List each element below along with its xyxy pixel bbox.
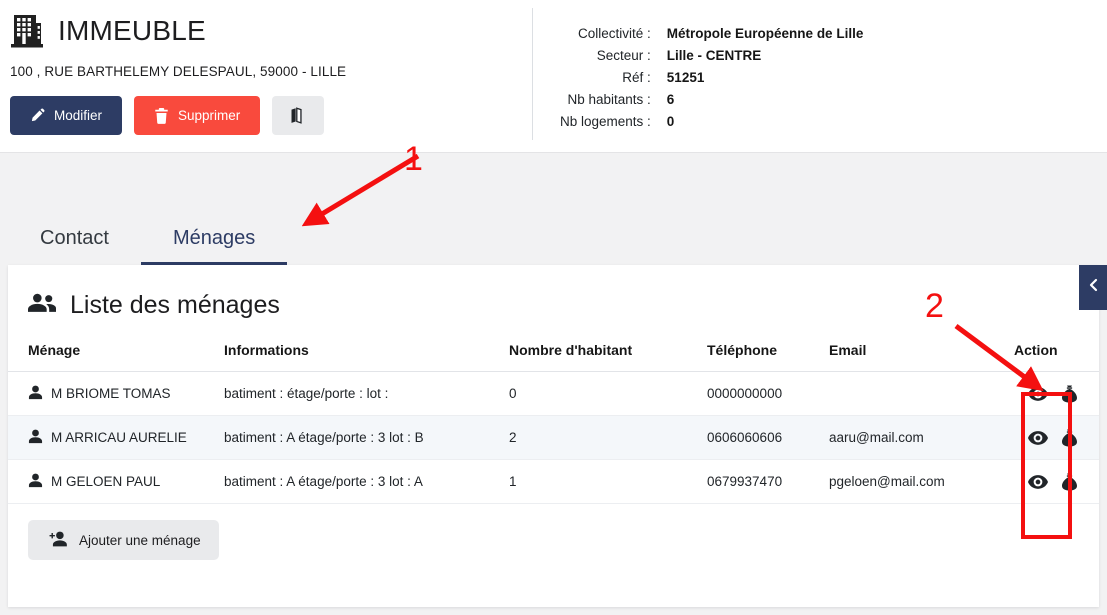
map-icon: [290, 107, 307, 124]
address-text: 100 , RUE BARTHELEMY DELESPAUL, 59000 - …: [10, 64, 520, 79]
eye-icon[interactable]: [1028, 431, 1048, 445]
cell-nombre-habitant: 1: [509, 460, 707, 504]
money-bag-icon[interactable]: [1062, 429, 1077, 447]
info-value-secteur: Lille - CENTRE: [667, 44, 864, 66]
table-row[interactable]: M GELOEN PAUL batiment : A étage/porte :…: [8, 460, 1099, 504]
cell-telephone: 0679937470: [707, 460, 829, 504]
info-label-secteur: Secteur :: [560, 44, 667, 66]
immeuble-detail-page: IMMEUBLE 100 , RUE BARTHELEMY DELESPAUL,…: [0, 0, 1107, 615]
header-action-buttons: Modifier Supprimer: [10, 96, 520, 135]
eye-icon[interactable]: [1028, 475, 1048, 489]
cell-nombre-habitant: 2: [509, 416, 707, 460]
page-title: IMMEUBLE: [58, 17, 206, 45]
title-row: IMMEUBLE: [10, 8, 520, 54]
tab-menages-label: Ménages: [173, 227, 255, 250]
cell-nombre-habitant: 0: [509, 372, 707, 416]
cell-telephone: 0000000000: [707, 372, 829, 416]
info-value-nb-logements: 0: [667, 110, 864, 132]
page-header: IMMEUBLE 100 , RUE BARTHELEMY DELESPAUL,…: [0, 0, 1107, 153]
trash-icon: [154, 108, 169, 124]
person-icon: [28, 473, 43, 491]
table-row[interactable]: M BRIOME TOMAS batiment : étage/porte : …: [8, 372, 1099, 416]
cell-informations: batiment : A étage/porte : 3 lot : A: [224, 460, 509, 504]
column-header-telephone: Téléphone: [707, 342, 829, 372]
person-icon: [28, 385, 43, 403]
delete-button[interactable]: Supprimer: [134, 96, 260, 135]
add-menage-button[interactable]: Ajouter une ménage: [28, 520, 219, 560]
info-row-ref: Réf : 51251: [560, 66, 863, 88]
side-panel-toggle[interactable]: [1079, 265, 1107, 310]
money-bag-icon[interactable]: [1062, 473, 1077, 491]
property-info-table: Collectivité : Métropole Européenne de L…: [560, 22, 863, 132]
cell-menage: M ARRICAU AURELIE: [51, 430, 187, 445]
info-value-nb-habitants: 6: [667, 88, 864, 110]
person-icon: [28, 429, 43, 447]
info-row-collectivite: Collectivité : Métropole Européenne de L…: [560, 22, 863, 44]
cell-informations: batiment : A étage/porte : 3 lot : B: [224, 416, 509, 460]
person-add-icon: [46, 531, 67, 550]
edit-button-label: Modifier: [54, 108, 102, 123]
header-divider: [532, 8, 533, 140]
tab-bar: Contact Ménages: [0, 153, 1107, 266]
delete-button-label: Supprimer: [178, 108, 240, 123]
menages-table: Ménage Informations Nombre d'habitant Té…: [8, 342, 1099, 504]
cell-informations: batiment : étage/porte : lot :: [224, 372, 509, 416]
chevron-left-icon: [1088, 278, 1099, 297]
cell-menage: M BRIOME TOMAS: [51, 386, 171, 401]
column-header-menage: Ménage: [8, 342, 224, 372]
info-row-nb-habitants: Nb habitants : 6: [560, 88, 863, 110]
cell-menage: M GELOEN PAUL: [51, 474, 160, 489]
info-value-collectivite: Métropole Européenne de Lille: [667, 22, 864, 44]
tab-menages[interactable]: Ménages: [141, 214, 287, 266]
people-icon: [28, 293, 56, 318]
info-value-ref: 51251: [667, 66, 864, 88]
add-menage-wrap: Ajouter une ménage: [8, 504, 1099, 560]
info-row-secteur: Secteur : Lille - CENTRE: [560, 44, 863, 66]
info-label-collectivite: Collectivité :: [560, 22, 667, 44]
menages-card: Liste des ménages Ménage Informations No…: [8, 265, 1099, 607]
header-left-block: IMMEUBLE 100 , RUE BARTHELEMY DELESPAUL,…: [10, 8, 520, 135]
info-label-nb-habitants: Nb habitants :: [560, 88, 667, 110]
cell-email: pgeloen@mail.com: [829, 460, 1014, 504]
tab-contact-label: Contact: [40, 227, 109, 250]
column-header-email: Email: [829, 342, 1014, 372]
info-label-ref: Réf :: [560, 66, 667, 88]
map-button[interactable]: [272, 96, 324, 135]
column-header-nombre-habitant: Nombre d'habitant: [509, 342, 707, 372]
table-row[interactable]: M ARRICAU AURELIE batiment : A étage/por…: [8, 416, 1099, 460]
column-header-action: Action: [1014, 342, 1099, 372]
info-row-nb-logements: Nb logements : 0: [560, 110, 863, 132]
card-title: Liste des ménages: [70, 291, 280, 320]
table-header-row: Ménage Informations Nombre d'habitant Té…: [8, 342, 1099, 372]
info-label-nb-logements: Nb logements :: [560, 110, 667, 132]
edit-button[interactable]: Modifier: [10, 96, 122, 135]
column-header-informations: Informations: [224, 342, 509, 372]
money-bag-icon[interactable]: [1062, 385, 1077, 403]
cell-email: aaru@mail.com: [829, 416, 1014, 460]
card-title-row: Liste des ménages: [8, 265, 1099, 320]
cell-email: [829, 372, 1014, 416]
tab-contact[interactable]: Contact: [8, 214, 141, 266]
building-icon: [10, 13, 44, 49]
eye-icon[interactable]: [1028, 387, 1048, 401]
cell-telephone: 0606060606: [707, 416, 829, 460]
add-menage-button-label: Ajouter une ménage: [79, 533, 201, 548]
pencil-icon: [30, 108, 45, 123]
